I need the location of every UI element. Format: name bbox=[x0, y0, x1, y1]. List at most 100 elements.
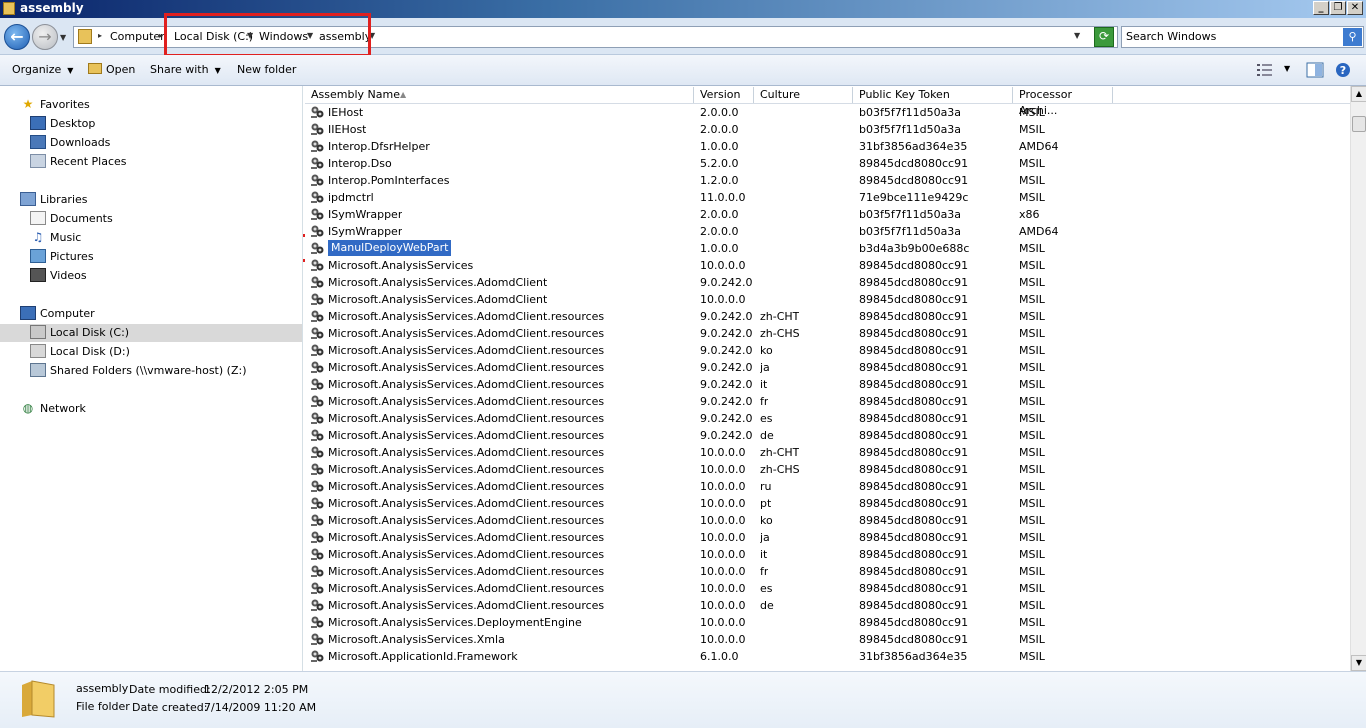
table-row[interactable]: Microsoft.ApplicationId.Framework 6.1.0.0… bbox=[305, 648, 1350, 665]
culture-cell: es bbox=[760, 582, 773, 595]
processor-architecture-cell: MSIL bbox=[1019, 327, 1045, 340]
version-cell: 10.0.0.0 bbox=[700, 633, 746, 646]
table-row[interactable]: Microsoft.AnalysisServices.AdomdClient.r… bbox=[305, 597, 1350, 614]
public-key-token-cell: 89845dcd8080cc91 bbox=[859, 531, 969, 544]
public-key-token-cell: 89845dcd8080cc91 bbox=[859, 378, 969, 391]
table-row[interactable]: Microsoft.AnalysisServices.DeploymentEng… bbox=[305, 614, 1350, 631]
forward-button[interactable]: → bbox=[32, 24, 58, 50]
table-row[interactable]: Microsoft.AnalysisServices 10.0.0.0 89845d… bbox=[305, 257, 1350, 274]
help-icon[interactable]: ? bbox=[1334, 62, 1352, 78]
breadcrumb-highlight-box bbox=[164, 13, 371, 57]
column-header-public-key-token[interactable]: Public Key Token bbox=[853, 87, 1013, 104]
detail-created-label: Date created: bbox=[132, 701, 208, 714]
gac-assembly-icon bbox=[311, 480, 324, 492]
processor-architecture-cell: MSIL bbox=[1019, 106, 1045, 119]
new-folder-button[interactable]: New folder bbox=[237, 63, 296, 76]
table-row[interactable]: Microsoft.AnalysisServices.AdomdClient.r… bbox=[305, 393, 1350, 410]
views-dropdown[interactable]: ▼ bbox=[1284, 64, 1290, 73]
table-row[interactable]: Microsoft.AnalysisServices.AdomdClient.r… bbox=[305, 478, 1350, 495]
detail-modified-label: Date modified: bbox=[129, 683, 211, 696]
table-row[interactable]: Interop.PomInterfaces 1.2.0.0 89845dcd8080… bbox=[305, 172, 1350, 189]
table-row[interactable]: Interop.DfsrHelper 1.0.0.0 31bf3856ad364e3… bbox=[305, 138, 1350, 155]
refresh-button[interactable]: ⟳ bbox=[1094, 27, 1114, 47]
processor-architecture-cell: MSIL bbox=[1019, 446, 1045, 459]
table-row[interactable]: IIEHost 2.0.0.0 b03f5f7f11d50a3a MSIL bbox=[305, 121, 1350, 138]
column-header-assembly-name[interactable]: Assembly Name ▲ bbox=[305, 87, 694, 104]
table-row[interactable]: Microsoft.AnalysisServices.AdomdClient.r… bbox=[305, 529, 1350, 546]
table-row[interactable]: Microsoft.AnalysisServices.AdomdClient.r… bbox=[305, 495, 1350, 512]
table-row[interactable]: IEHost 2.0.0.0 b03f5f7f11d50a3a MSIL bbox=[305, 104, 1350, 121]
documents-icon bbox=[30, 211, 46, 225]
table-row[interactable]: Microsoft.AnalysisServices.AdomdClient.r… bbox=[305, 410, 1350, 427]
table-row[interactable]: Microsoft.AnalysisServices.AdomdClient.r… bbox=[305, 325, 1350, 342]
assembly-name-cell: Microsoft.AnalysisServices.AdomdClient.r… bbox=[328, 582, 605, 595]
version-cell: 1.2.0.0 bbox=[700, 174, 739, 187]
chevron-icon[interactable]: ▸ bbox=[159, 31, 163, 40]
public-key-token-cell: 89845dcd8080cc91 bbox=[859, 157, 969, 170]
recent-pages-dropdown[interactable]: ▼ bbox=[60, 33, 66, 42]
preview-pane-icon[interactable] bbox=[1306, 62, 1324, 78]
search-icon[interactable]: ⚲ bbox=[1343, 28, 1362, 46]
scroll-thumb[interactable] bbox=[1352, 116, 1366, 132]
minimize-button[interactable]: _ bbox=[1313, 1, 1329, 15]
organize-label: Organize bbox=[12, 63, 62, 76]
share-with-button[interactable]: Share with ▼ bbox=[150, 63, 221, 76]
processor-architecture-cell: MSIL bbox=[1019, 412, 1045, 425]
table-row[interactable]: Microsoft.AnalysisServices.AdomdClient.r… bbox=[305, 359, 1350, 376]
table-row[interactable]: Microsoft.AnalysisServices.AdomdClient.r… bbox=[305, 580, 1350, 597]
network-drive-icon bbox=[30, 363, 46, 377]
table-row[interactable]: Microsoft.AnalysisServices.Xmla 10.0.0.0 8… bbox=[305, 631, 1350, 648]
table-row[interactable]: Microsoft.AnalysisServices.AdomdClient.r… bbox=[305, 427, 1350, 444]
public-key-token-cell: b03f5f7f11d50a3a bbox=[859, 225, 962, 238]
version-cell: 9.0.242.0 bbox=[700, 395, 753, 408]
table-row[interactable]: Microsoft.AnalysisServices.AdomdClient.r… bbox=[305, 308, 1350, 325]
assembly-name-cell: ISymWrapper bbox=[328, 208, 403, 221]
table-row[interactable]: Microsoft.AnalysisServices.AdomdClient.r… bbox=[305, 461, 1350, 478]
table-row[interactable]: Interop.Dso 5.2.0.0 89845dcd8080cc91 MSIL bbox=[305, 155, 1350, 172]
vertical-scrollbar[interactable]: ▲ ▼ bbox=[1350, 86, 1366, 671]
version-cell: 10.0.0.0 bbox=[700, 446, 746, 459]
version-cell: 1.0.0.0 bbox=[700, 242, 739, 255]
table-row[interactable]: Microsoft.AnalysisServices.AdomdClient 10… bbox=[305, 291, 1350, 308]
column-header-culture[interactable]: Culture bbox=[754, 87, 853, 104]
column-header-version[interactable]: Version bbox=[694, 87, 754, 104]
public-key-token-cell: 89845dcd8080cc91 bbox=[859, 565, 969, 578]
views-icon[interactable] bbox=[1256, 62, 1274, 78]
back-button[interactable]: ← bbox=[4, 24, 30, 50]
open-folder-icon bbox=[88, 63, 102, 74]
gac-assembly-icon bbox=[311, 208, 324, 220]
table-row[interactable]: ipdmctrl 11.0.0.0 71e9bce111e9429c MSIL bbox=[305, 189, 1350, 206]
public-key-token-cell: 89845dcd8080cc91 bbox=[859, 633, 969, 646]
public-key-token-cell: 89845dcd8080cc91 bbox=[859, 582, 969, 595]
nav-label: Local Disk (C:) bbox=[50, 326, 130, 339]
table-row-selected[interactable]: ManulDeployWebPart 1.0.0.0 b3d4a3b9b00e688… bbox=[305, 240, 1350, 257]
culture-cell: ja bbox=[760, 531, 770, 544]
search-box[interactable]: ⚲ bbox=[1121, 26, 1364, 48]
public-key-token-cell: 89845dcd8080cc91 bbox=[859, 616, 969, 629]
table-row[interactable]: ISymWrapper 2.0.0.0 b03f5f7f11d50a3a AMD64 bbox=[305, 223, 1350, 240]
table-row[interactable]: Microsoft.AnalysisServices.AdomdClient 9.… bbox=[305, 274, 1350, 291]
table-row[interactable]: Microsoft.AnalysisServices.AdomdClient.r… bbox=[305, 546, 1350, 563]
table-row[interactable]: Microsoft.AnalysisServices.AdomdClient.r… bbox=[305, 376, 1350, 393]
organize-button[interactable]: Organize ▼ bbox=[12, 63, 73, 76]
close-button[interactable]: ✕ bbox=[1347, 1, 1363, 15]
column-header-processor-architecture[interactable]: Processor Archi... bbox=[1013, 87, 1113, 117]
maximize-button[interactable]: ❐ bbox=[1330, 1, 1346, 15]
search-input[interactable] bbox=[1126, 30, 1336, 43]
open-button[interactable]: Open bbox=[88, 63, 135, 76]
gac-assembly-icon bbox=[311, 259, 324, 271]
gac-assembly-icon bbox=[311, 531, 324, 543]
table-row[interactable]: Microsoft.AnalysisServices.AdomdClient.r… bbox=[305, 444, 1350, 461]
star-icon: ★ bbox=[22, 97, 34, 111]
breadcrumb-computer[interactable]: Computer bbox=[110, 30, 165, 43]
processor-architecture-cell: MSIL bbox=[1019, 157, 1045, 170]
table-row[interactable]: ISymWrapper 2.0.0.0 b03f5f7f11d50a3a x86 bbox=[305, 206, 1350, 223]
table-row[interactable]: Microsoft.AnalysisServices.AdomdClient.r… bbox=[305, 563, 1350, 580]
culture-cell: ko bbox=[760, 514, 773, 527]
scroll-up-button[interactable]: ▲ bbox=[1351, 86, 1366, 102]
chevron-icon[interactable]: ▸ bbox=[98, 31, 102, 40]
table-row[interactable]: Microsoft.AnalysisServices.AdomdClient.r… bbox=[305, 512, 1350, 529]
table-row[interactable]: Microsoft.AnalysisServices.AdomdClient.r… bbox=[305, 342, 1350, 359]
address-history-dropdown[interactable]: ▼ bbox=[1074, 31, 1080, 40]
scroll-down-button[interactable]: ▼ bbox=[1351, 655, 1366, 671]
